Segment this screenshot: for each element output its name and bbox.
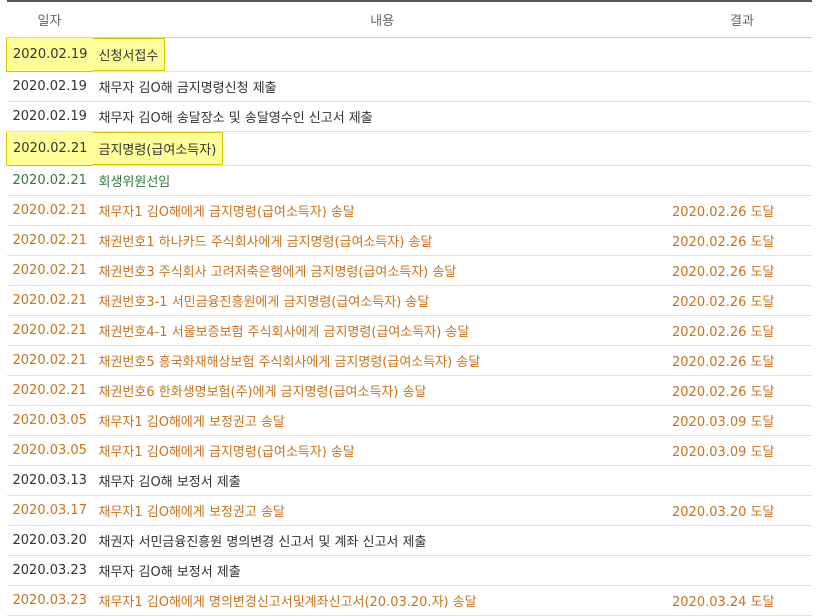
- row-result: [672, 465, 812, 496]
- table-row: 2020.02.21 채권번호1 하나카드 주식회사에게 금지명령(급여소득자) …: [6, 225, 812, 256]
- table-header-row: 일자 내용 결과: [6, 0, 812, 38]
- table-row: 2020.02.21 채권번호4-1 서울보증보험 주식회사에게 금지명령(급여소…: [6, 315, 812, 346]
- row-date: 2020.02.21: [6, 255, 93, 286]
- row-result: [672, 101, 812, 132]
- table-row: 2020.02.19 채무자 김O해 송달장소 및 송달영수인 신고서 제출: [6, 101, 812, 132]
- row-date: 2020.02.19: [6, 101, 93, 132]
- highlighted-content: 금지명령(급여소득자): [92, 131, 224, 164]
- row-result: 2020.02.26 도달: [672, 375, 812, 406]
- header-result: 결과: [672, 0, 812, 38]
- row-date: 2020.02.19: [6, 71, 93, 102]
- row-date: 2020.02.21: [6, 345, 93, 376]
- table-row: 2020.03.23 채무자1 김O해에게 명의변경신고서및계좌신고서(20.03…: [6, 585, 812, 616]
- row-result: [672, 525, 812, 556]
- row-result: 2020.02.26 도달: [672, 255, 812, 286]
- row-date: 2020.03.23: [6, 555, 93, 586]
- row-content: 채권번호4-1 서울보증보험 주식회사에게 금지명령(급여소득자) 송달: [92, 315, 672, 346]
- row-result: [672, 131, 812, 166]
- row-date: 2020.02.19: [6, 36, 93, 72]
- row-date: 2020.02.21: [6, 165, 93, 196]
- row-result: 2020.03.20 도달: [672, 495, 812, 526]
- row-date: 2020.02.21: [6, 225, 93, 256]
- row-result: 2020.02.26 도달: [672, 195, 812, 226]
- table-header: 일자 내용 결과: [6, 0, 812, 38]
- row-content: 채무자1 김O해에게 보정권고 송달: [92, 495, 672, 526]
- row-content: 채무자1 김O해에게 금지명령(급여소득자) 송달: [92, 435, 672, 466]
- row-content: 채무자 김O해 보정서 제출: [92, 555, 672, 586]
- row-content: 신청서접수: [92, 37, 672, 72]
- row-result: 2020.03.09 도달: [672, 405, 812, 436]
- row-result: 2020.02.26 도달: [672, 285, 812, 316]
- row-date: 2020.03.20: [6, 525, 93, 556]
- highlighted-content: 신청서접수: [92, 37, 166, 70]
- row-date: 2020.02.21: [6, 375, 93, 406]
- table-row: 2020.02.19 채무자 김O해 금지명령신청 제출: [6, 71, 812, 102]
- table-row: 2020.02.21 채권번호5 흥국화재해상보험 주식회사에게 금지명령(급여소…: [6, 345, 812, 376]
- row-result: [672, 37, 812, 72]
- row-date: 2020.03.23: [6, 585, 93, 616]
- row-result: [672, 555, 812, 586]
- table-row: 2020.02.21 채무자1 김O해에게 금지명령(급여소득자) 송달 2020.…: [6, 195, 812, 226]
- row-content: 채무자 김O해 송달장소 및 송달영수인 신고서 제출: [92, 101, 672, 132]
- row-date: 2020.02.21: [6, 315, 93, 346]
- table-row: 2020.02.21 회생위원선임: [6, 165, 812, 196]
- row-date: 2020.03.05: [6, 435, 93, 466]
- row-content: 채무자1 김O해에게 명의변경신고서및계좌신고서(20.03.20.자) 송달: [92, 585, 672, 616]
- row-result: 2020.02.26 도달: [672, 345, 812, 376]
- row-result: [672, 71, 812, 102]
- table-row: 2020.02.21 채권번호6 한화생명보험(주)에게 금지명령(급여소득자) …: [6, 375, 812, 406]
- row-content: 회생위원선임: [92, 165, 672, 196]
- row-content: 채권자 서민금융진흥원 명의변경 신고서 및 계좌 신고서 제출: [92, 525, 672, 556]
- table-row: 2020.03.05 채무자1 김O해에게 보정권고 송달 2020.03.09 도…: [6, 405, 812, 436]
- table-row: 2020.03.05 채무자1 김O해에게 금지명령(급여소득자) 송달 2020.…: [6, 435, 812, 466]
- header-date: 일자: [6, 0, 93, 38]
- table-row: 2020.03.17 채무자1 김O해에게 보정권고 송달 2020.03.20 도…: [6, 495, 812, 526]
- table-row: 2020.03.20 채권자 서민금융진흥원 명의변경 신고서 및 계좌 신고서 …: [6, 525, 812, 556]
- row-date: 2020.02.21: [6, 195, 93, 226]
- row-result: [672, 165, 812, 196]
- row-result: 2020.02.26 도달: [672, 225, 812, 256]
- table-body: 2020.02.19 신청서접수 2020.02.19 채무자 김O해 금지명령신청 …: [6, 36, 812, 616]
- table-row: 2020.03.23 채무자 김O해 보정서 제출: [6, 555, 812, 586]
- row-date: 2020.02.21: [6, 130, 93, 166]
- row-result: 2020.02.26 도달: [672, 315, 812, 346]
- row-content: 채무자1 김O해에게 보정권고 송달: [92, 405, 672, 436]
- case-progress-table: 일자 내용 결과 2020.02.19 신청서접수 2020.02.19 채무자 김O…: [6, 0, 812, 616]
- row-content: 채권번호3-1 서민금융진흥원에게 금지명령(급여소득자) 송달: [92, 285, 672, 316]
- row-content: 채무자 김O해 금지명령신청 제출: [92, 71, 672, 102]
- row-content: 채무자1 김O해에게 금지명령(급여소득자) 송달: [92, 195, 672, 226]
- row-date: 2020.03.17: [6, 495, 93, 526]
- table-row: 2020.02.21 금지명령(급여소득자): [6, 130, 812, 166]
- header-content: 내용: [92, 0, 672, 38]
- table-row: 2020.03.13 채무자 김O해 보정서 제출: [6, 465, 812, 496]
- table-row: 2020.02.19 신청서접수: [6, 36, 812, 72]
- table-row: 2020.02.21 채권번호3 주식회사 고려저축은행에게 금지명령(급여소득자…: [6, 255, 812, 286]
- row-content: 채권번호1 하나카드 주식회사에게 금지명령(급여소득자) 송달: [92, 225, 672, 256]
- row-date: 2020.02.21: [6, 285, 93, 316]
- row-content: 채권번호3 주식회사 고려저축은행에게 금지명령(급여소득자) 송달: [92, 255, 672, 286]
- row-content: 채무자 김O해 보정서 제출: [92, 465, 672, 496]
- row-content: 채권번호5 흥국화재해상보험 주식회사에게 금지명령(급여소득자) 송달: [92, 345, 672, 376]
- row-result: 2020.03.09 도달: [672, 435, 812, 466]
- row-date: 2020.03.05: [6, 405, 93, 436]
- row-content: 채권번호6 한화생명보험(주)에게 금지명령(급여소득자) 송달: [92, 375, 672, 406]
- case-progress-panel: 일자 내용 결과 2020.02.19 신청서접수 2020.02.19 채무자 김O…: [6, 0, 812, 616]
- row-date: 2020.03.13: [6, 465, 93, 496]
- row-result: 2020.03.24 도달: [672, 585, 812, 616]
- table-row: 2020.02.21 채권번호3-1 서민금융진흥원에게 금지명령(급여소득자) …: [6, 285, 812, 316]
- row-content: 금지명령(급여소득자): [92, 131, 672, 166]
